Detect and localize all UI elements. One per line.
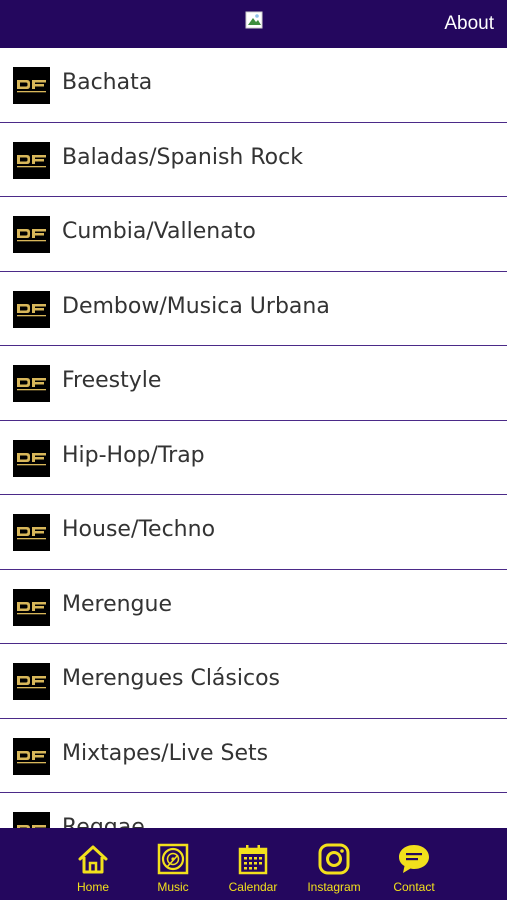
list-item-label: Mixtapes/Live Sets xyxy=(62,740,269,766)
list-item-label: Reggae xyxy=(62,815,145,828)
list-item-label: Baladas/Spanish Rock xyxy=(62,144,303,170)
list-item[interactable]: Merengues Clásicos xyxy=(0,644,507,719)
home-icon xyxy=(78,845,108,874)
list-item-label: Hip-Hop/Trap xyxy=(62,442,205,468)
nav-instagram[interactable]: Instagram xyxy=(294,828,374,900)
dj-logo-icon xyxy=(13,737,50,775)
dj-logo-icon xyxy=(13,663,50,700)
nav-contact-label: Contact xyxy=(393,880,435,894)
bottom-nav: Home Music Calendar Instagram Contact xyxy=(0,828,507,900)
nav-contact[interactable]: Contact xyxy=(374,828,454,900)
list-item-label: Merengue xyxy=(62,591,172,617)
about-link[interactable]: About xyxy=(444,13,494,35)
list-item[interactable]: Baladas/Spanish Rock xyxy=(0,122,507,197)
list-item[interactable]: Merengue xyxy=(0,569,507,644)
list-item[interactable]: Dembow/Musica Urbana xyxy=(0,271,507,346)
list-item-label: House/Techno xyxy=(62,517,216,542)
dj-logo-icon xyxy=(13,365,50,402)
vinyl-record-icon xyxy=(157,843,189,875)
calendar-icon xyxy=(238,845,268,875)
nav-home-label: Home xyxy=(76,880,109,894)
dj-logo-icon xyxy=(13,216,50,253)
broken-image-icon xyxy=(245,11,263,29)
dj-logo-icon xyxy=(13,67,50,104)
nav-instagram-label: Instagram xyxy=(307,880,361,894)
dj-logo-icon xyxy=(13,439,50,477)
dj-logo-icon xyxy=(13,514,50,551)
nav-calendar-label: Calendar xyxy=(228,880,278,894)
list-item[interactable]: Hip-Hop/Trap xyxy=(0,420,507,495)
list-item-label: Merengues Clásicos xyxy=(62,666,281,691)
nav-music[interactable]: Music xyxy=(133,828,213,900)
genre-list: Bachata Baladas/Spanish Rock Cumbia/Vall… xyxy=(0,48,507,828)
list-item[interactable]: Bachata xyxy=(0,48,507,123)
dj-logo-icon xyxy=(13,141,50,179)
top-app-bar: About xyxy=(0,0,507,48)
dj-logo-icon xyxy=(13,290,50,328)
list-item[interactable]: Cumbia/Vallenato xyxy=(0,197,507,272)
list-item[interactable]: Freestyle xyxy=(0,346,507,421)
nav-music-label: Music xyxy=(157,880,189,894)
list-item-label: Cumbia/Vallenato xyxy=(62,219,256,244)
list-item-label: Bachata xyxy=(62,70,153,95)
list-item-label: Dembow/Musica Urbana xyxy=(62,293,330,319)
nav-calendar[interactable]: Calendar xyxy=(213,828,293,900)
list-item[interactable]: Mixtapes/Live Sets xyxy=(0,718,507,793)
nav-home[interactable]: Home xyxy=(53,828,133,900)
dj-logo-icon xyxy=(13,588,50,626)
chat-bubble-icon xyxy=(399,845,429,873)
list-item[interactable]: Reggae xyxy=(0,793,507,828)
list-item[interactable]: House/Techno xyxy=(0,495,507,570)
dj-logo-icon xyxy=(13,812,50,828)
instagram-icon xyxy=(318,843,350,875)
list-item-label: Freestyle xyxy=(62,368,162,393)
